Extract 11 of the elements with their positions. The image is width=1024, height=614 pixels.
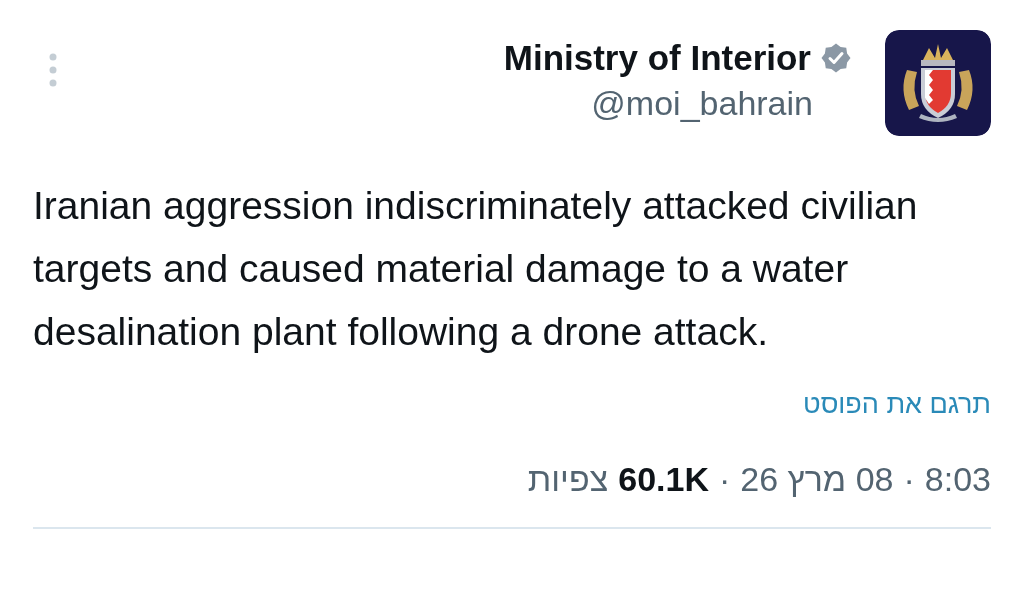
author-name[interactable]: Ministry of Interior	[503, 38, 811, 78]
meta-separator: ·	[903, 460, 915, 499]
views-count: 60.1K	[618, 460, 709, 499]
post-time[interactable]: 8:03	[924, 460, 991, 499]
post-text: Iranian aggression indiscriminately attacked civilian targets and caused material damage to a water desalination plant following a drone attack.	[33, 183, 919, 355]
author-handle[interactable]: @moi_bahrain	[591, 84, 813, 123]
translate-post-link[interactable]: תרגם את הפוסט	[803, 389, 991, 420]
views-label: צפיות	[527, 460, 609, 499]
meta-separator: ·	[718, 460, 731, 499]
post-date[interactable]: 08 מרץ 26	[740, 460, 894, 499]
emblem-avatar-icon[interactable]	[885, 30, 991, 136]
